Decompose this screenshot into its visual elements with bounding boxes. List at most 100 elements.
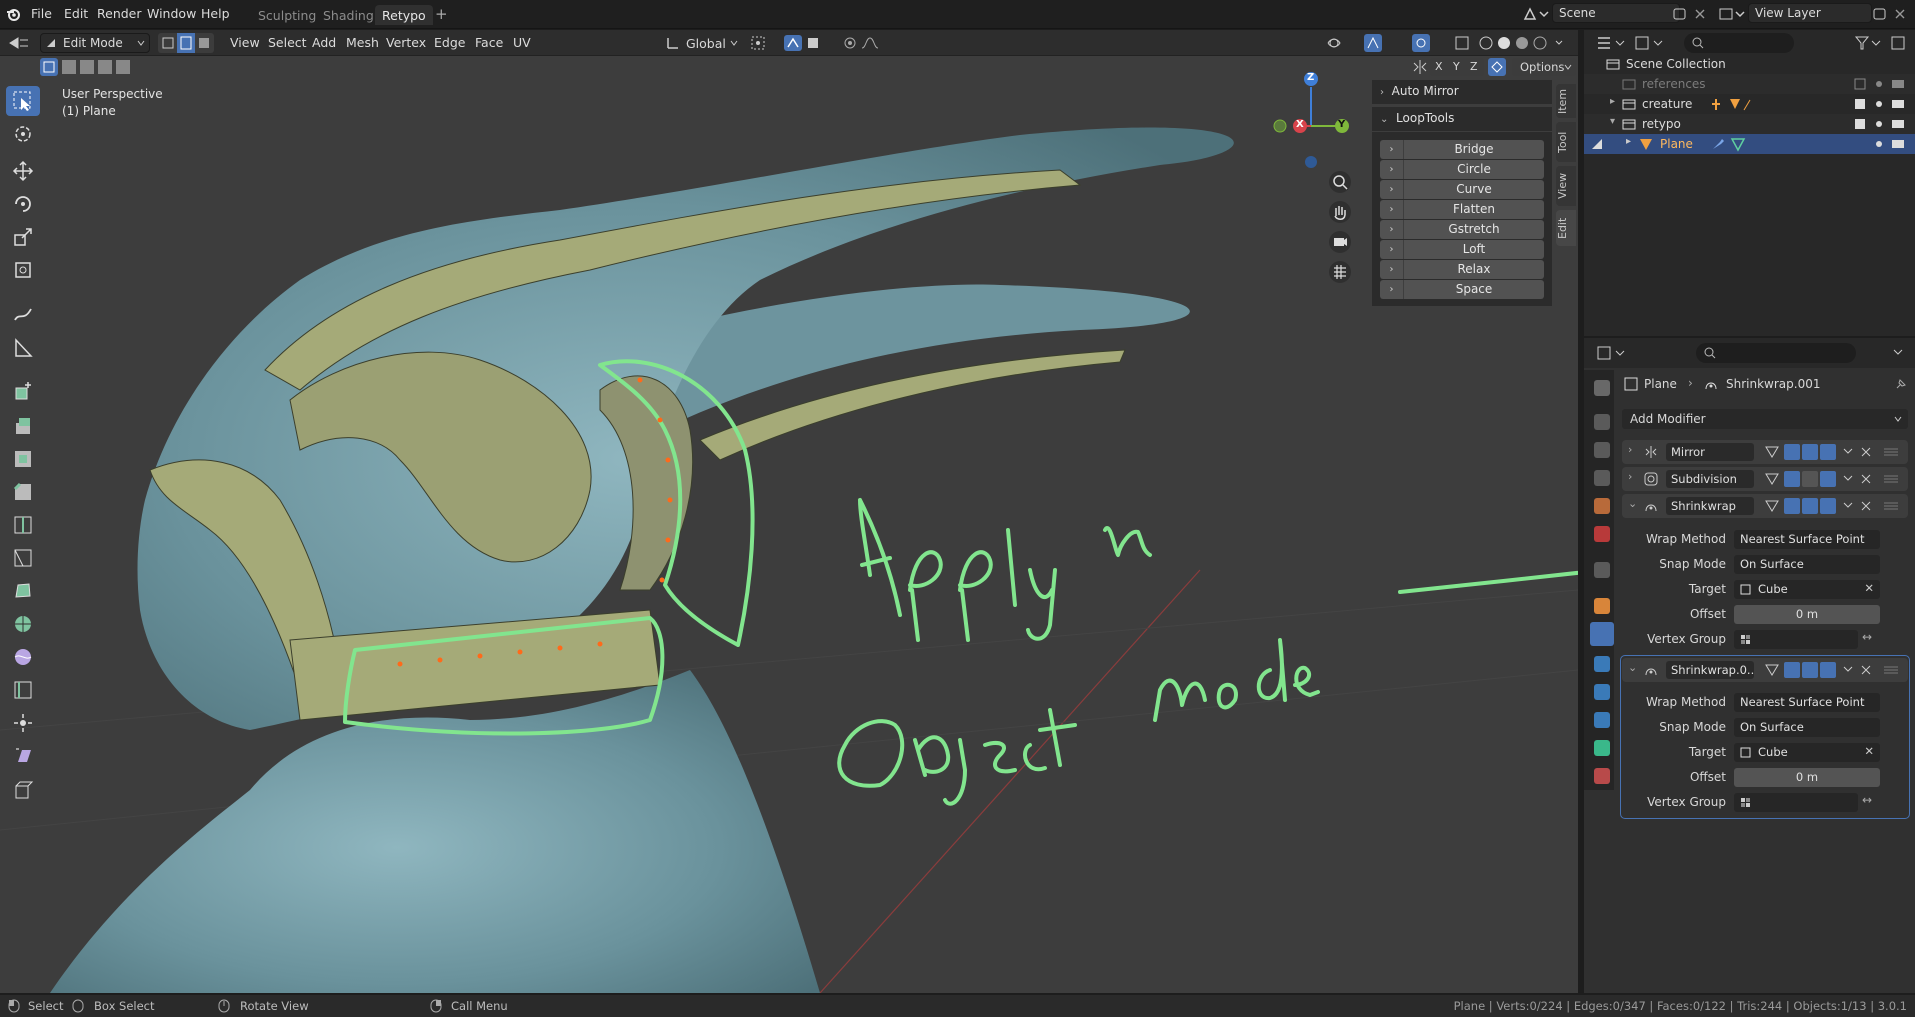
- outliner-scene-collection[interactable]: Scene Collection: [1584, 54, 1915, 74]
- target-field[interactable]: Cube ✕: [1734, 743, 1880, 762]
- tab-item[interactable]: Item: [1556, 84, 1576, 118]
- material-tab-icon[interactable]: [1594, 768, 1610, 784]
- collapse-arrow-icon[interactable]: ▾: [1610, 116, 1615, 127]
- rotate-tool[interactable]: [6, 189, 40, 219]
- shear-tool[interactable]: [6, 741, 40, 771]
- menu-edge[interactable]: Edge: [428, 33, 471, 53]
- vertex-group-field[interactable]: [1734, 630, 1858, 649]
- loop-cut-tool[interactable]: [6, 510, 40, 540]
- physics-tab-icon[interactable]: [1594, 684, 1610, 700]
- pin-icon[interactable]: [1894, 377, 1908, 391]
- looptools-circle[interactable]: › Circle: [1380, 160, 1544, 179]
- modifier-shrinkwrap-001[interactable]: ⌄ Shrinkwrap.0...: [1622, 658, 1908, 682]
- looptools-curve[interactable]: › Curve: [1380, 180, 1544, 199]
- modifier-shrinkwrap[interactable]: ⌄ Shrinkwrap: [1622, 494, 1908, 518]
- modifier-toggle-icons[interactable]: [1764, 444, 1904, 460]
- scene-field[interactable]: Scene: [1552, 3, 1680, 23]
- add-cube-tool[interactable]: [6, 376, 40, 406]
- vertex-select-icon[interactable]: [160, 35, 176, 51]
- offset-field[interactable]: 0 m: [1734, 605, 1880, 624]
- transform-tool[interactable]: [6, 255, 40, 285]
- expand-arrow-icon[interactable]: ▸: [1626, 136, 1631, 147]
- 3d-viewport[interactable]: User Perspective (1) Plane Z X Y: [0, 30, 1578, 993]
- outliner-editor-type-icon[interactable]: [1596, 34, 1626, 52]
- modifier-subdivision[interactable]: › Subdivision: [1622, 467, 1908, 491]
- invert-icon[interactable]: ↔: [1862, 630, 1872, 644]
- scene-selector-icon[interactable]: [1522, 6, 1552, 22]
- clear-icon[interactable]: ✕: [1864, 581, 1874, 595]
- add-modifier-button[interactable]: Add Modifier: [1622, 409, 1908, 429]
- filter-icon[interactable]: [1854, 34, 1910, 52]
- viewport-overlay-shading-icons[interactable]: [1326, 34, 1566, 52]
- looptools-header[interactable]: ⌄ LoopTools: [1372, 107, 1552, 131]
- chevron-down-icon[interactable]: [1892, 346, 1904, 358]
- tool-tab-icon[interactable]: [1594, 380, 1610, 396]
- menu-add[interactable]: Add: [306, 33, 342, 53]
- looptools-relax[interactable]: › Relax: [1380, 260, 1544, 279]
- rip-tool[interactable]: [6, 776, 40, 806]
- auto-mirror-header[interactable]: › Auto Mirror: [1372, 80, 1552, 104]
- menu-uv[interactable]: UV: [507, 33, 537, 53]
- scene-actions-icon[interactable]: [1672, 6, 1712, 22]
- modifier-tab-icon[interactable]: [1590, 622, 1614, 646]
- mirror-x-toggle[interactable]: X: [1435, 60, 1443, 73]
- tab-view[interactable]: View: [1556, 166, 1576, 206]
- tab-shading[interactable]: Shading: [316, 5, 381, 25]
- visibility-toggles-icon[interactable]: [1872, 137, 1912, 151]
- vertex-group-field[interactable]: [1734, 793, 1858, 812]
- extrude-tool[interactable]: [6, 411, 40, 441]
- view-layer-selector-icon[interactable]: [1718, 6, 1748, 22]
- constraints-tab-icon[interactable]: [1594, 712, 1610, 728]
- collection-tab-icon[interactable]: [1594, 562, 1610, 578]
- measure-tool[interactable]: [6, 333, 40, 363]
- clear-icon[interactable]: ✕: [1864, 744, 1874, 758]
- menu-edit[interactable]: Edit: [64, 6, 88, 21]
- render-tab-icon[interactable]: [1594, 414, 1610, 430]
- snap-mode-select[interactable]: On Surface: [1734, 555, 1880, 574]
- data-tab-icon[interactable]: [1594, 740, 1610, 756]
- cursor-tool[interactable]: [6, 119, 40, 149]
- view-layer-field[interactable]: View Layer: [1748, 3, 1872, 23]
- tab-edit[interactable]: Edit: [1556, 210, 1576, 246]
- target-field[interactable]: Cube ✕: [1734, 580, 1880, 599]
- visibility-toggles-icon[interactable]: [1854, 117, 1910, 131]
- menu-file[interactable]: File: [31, 6, 52, 21]
- offset-field[interactable]: 0 m: [1734, 768, 1880, 787]
- modifier-name-field[interactable]: Mirror: [1666, 443, 1754, 461]
- annotate-tool[interactable]: [6, 300, 40, 330]
- select-box-tool[interactable]: [6, 86, 40, 116]
- view-layer-tab-icon[interactable]: [1594, 470, 1610, 486]
- modifier-toggle-icons[interactable]: [1764, 498, 1904, 514]
- menu-view[interactable]: View: [224, 33, 266, 53]
- modifier-mirror[interactable]: › Mirror: [1622, 440, 1908, 464]
- menu-mesh[interactable]: Mesh: [340, 33, 385, 53]
- looptools-flatten[interactable]: › Flatten: [1380, 200, 1544, 219]
- edge-select-icon[interactable]: [177, 33, 195, 53]
- outliner-search-input[interactable]: [1684, 33, 1794, 53]
- add-workspace-button[interactable]: +: [428, 2, 455, 23]
- properties-editor-type-icon[interactable]: [1596, 344, 1626, 362]
- scale-tool[interactable]: [6, 222, 40, 252]
- editor-type-icon[interactable]: [8, 35, 30, 51]
- pivot-snap-proportional-icons[interactable]: [750, 35, 880, 51]
- outliner-item-retypo[interactable]: ▾ retypo: [1584, 114, 1915, 134]
- mirror-z-toggle[interactable]: Z: [1470, 60, 1478, 73]
- collapse-arrow-icon[interactable]: ⌄: [1628, 497, 1637, 510]
- menu-help[interactable]: Help: [201, 6, 230, 21]
- looptools-loft[interactable]: › Loft: [1380, 240, 1544, 259]
- menu-vertex[interactable]: Vertex: [380, 33, 432, 53]
- scene-tab-icon[interactable]: [1594, 498, 1610, 514]
- output-tab-icon[interactable]: [1594, 442, 1610, 458]
- looptools-gstretch[interactable]: › Gstretch: [1380, 220, 1544, 239]
- expand-arrow-icon[interactable]: ▸: [1610, 96, 1615, 107]
- looptools-space[interactable]: › Space: [1380, 280, 1544, 299]
- blender-logo-icon[interactable]: [5, 6, 21, 22]
- collapse-arrow-icon[interactable]: ⌄: [1628, 661, 1637, 674]
- mirror-y-toggle[interactable]: Y: [1453, 60, 1460, 73]
- modifier-name-field[interactable]: Shrinkwrap.0...: [1666, 661, 1754, 679]
- knife-tool[interactable]: [6, 543, 40, 573]
- menu-window[interactable]: Window: [147, 6, 196, 21]
- properties-search-input[interactable]: [1696, 343, 1856, 363]
- transform-orientation[interactable]: Global: [664, 33, 740, 53]
- tab-sculpting[interactable]: Sculpting: [251, 5, 323, 25]
